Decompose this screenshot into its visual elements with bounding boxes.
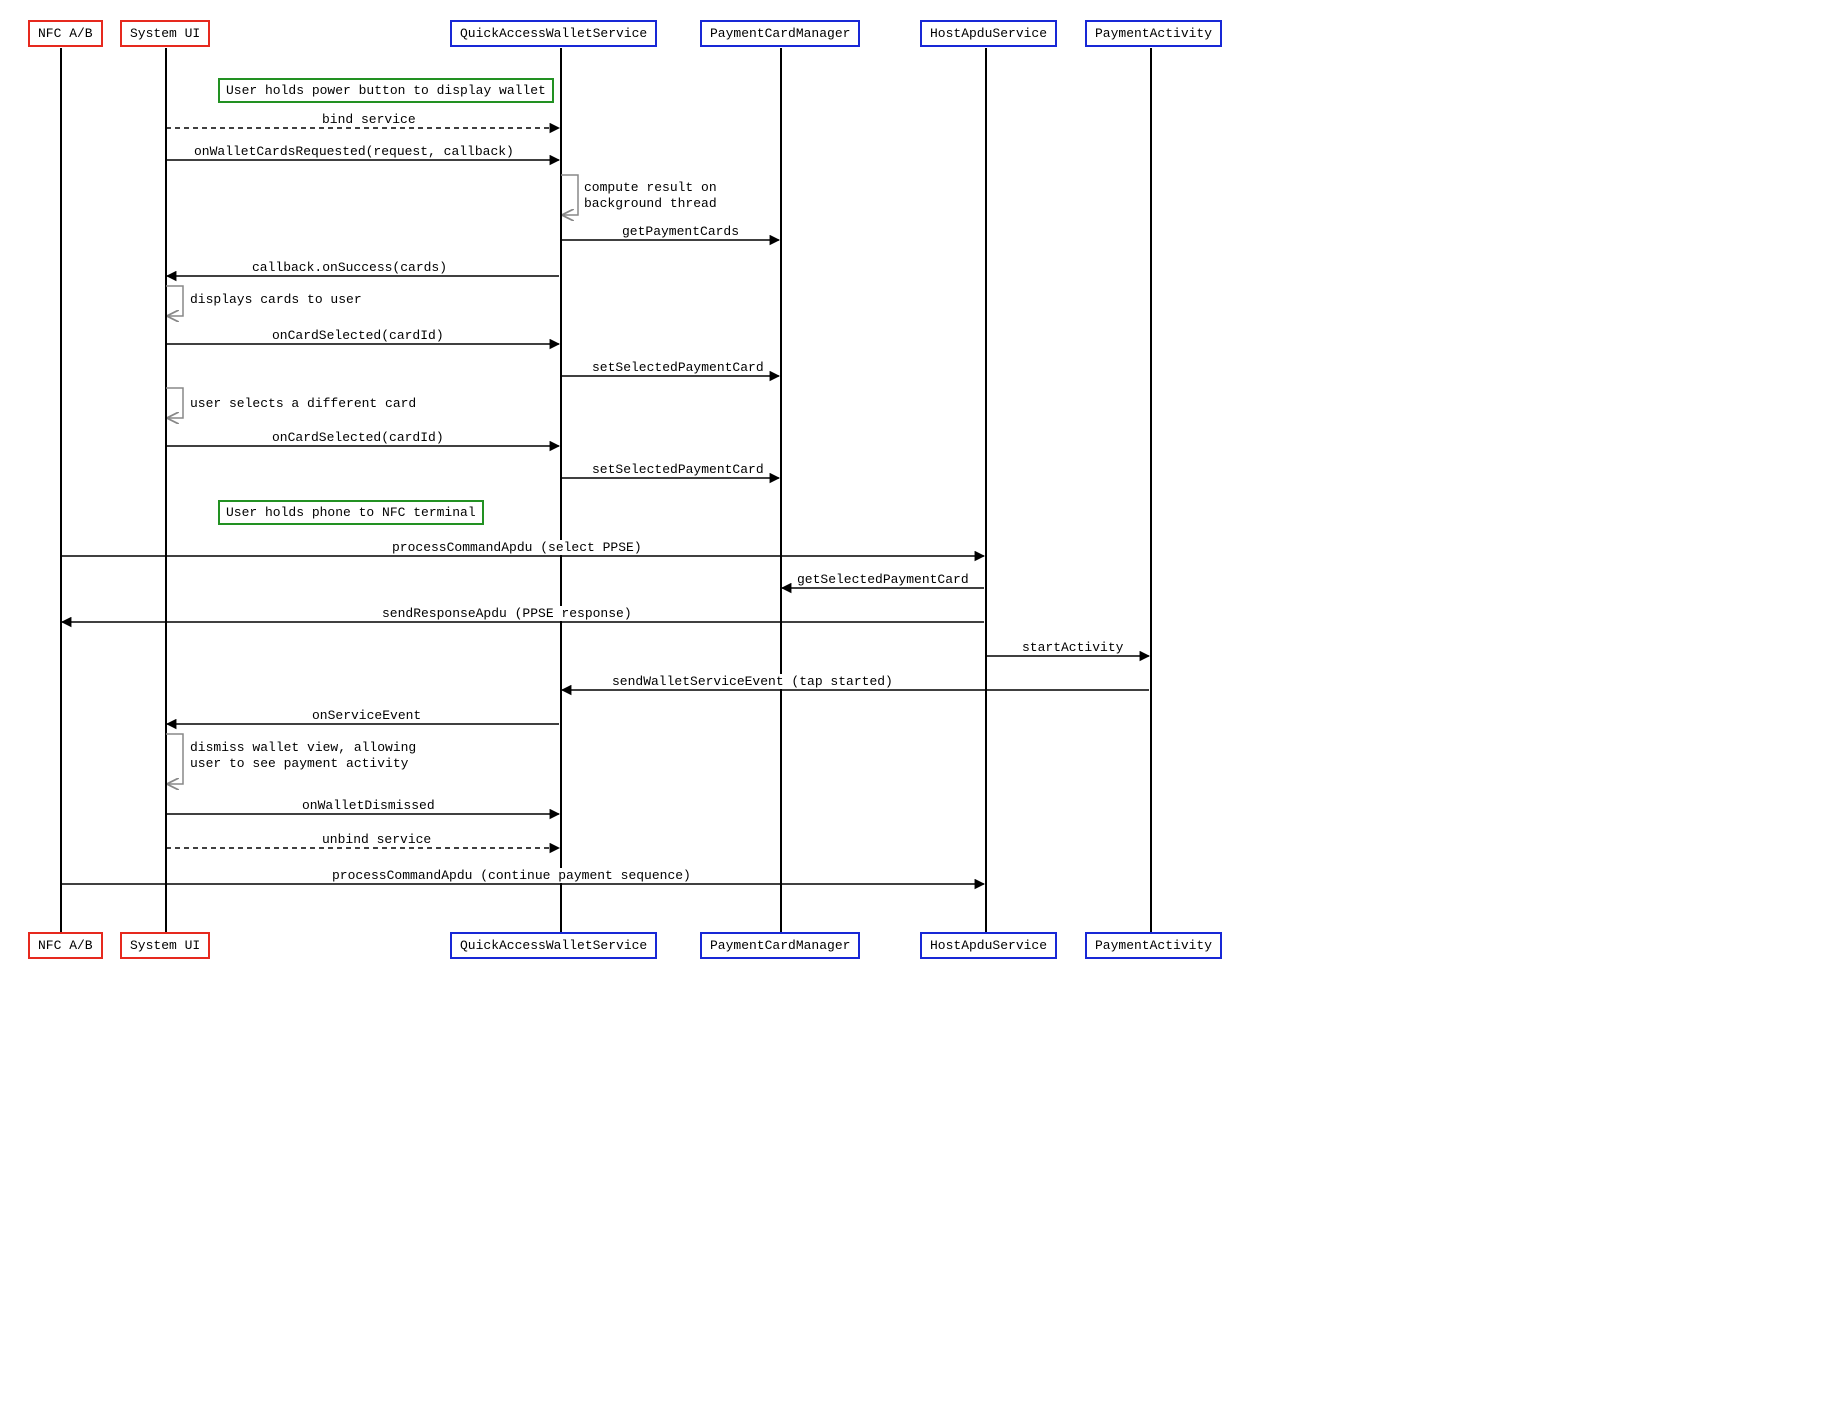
msg-oncardselected-1: onCardSelected(cardId)	[270, 328, 446, 343]
msg-callback-onsuccess: callback.onSuccess(cards)	[250, 260, 449, 275]
lifeline-sysui	[165, 48, 167, 932]
participant-sysui-top: System UI	[120, 20, 210, 47]
participant-has-top: HostApduService	[920, 20, 1057, 47]
msg-process-apdu-continue: processCommandApdu (continue payment seq…	[330, 868, 693, 883]
note-hold-to-terminal: User holds phone to NFC terminal	[218, 500, 484, 525]
participant-pa-bottom: PaymentActivity	[1085, 932, 1222, 959]
msg-getselected-card: getSelectedPaymentCard	[795, 572, 971, 587]
sequence-diagram: NFC A/B System UI QuickAccessWalletServi…	[20, 20, 1240, 970]
msg-on-wallet-dismissed: onWalletDismissed	[300, 798, 437, 813]
msg-on-wallet-cards-requested: onWalletCardsRequested(request, callback…	[192, 144, 516, 159]
msg-unbind-service: unbind service	[320, 832, 433, 847]
participant-has-bottom: HostApduService	[920, 932, 1057, 959]
msg-get-payment-cards: getPaymentCards	[620, 224, 741, 239]
participant-sysui-bottom: System UI	[120, 932, 210, 959]
msg-on-service-event: onServiceEvent	[310, 708, 423, 723]
selfmsg-compute-result: compute result on background thread	[582, 180, 756, 213]
msg-process-apdu-ppse: processCommandApdu (select PPSE)	[390, 540, 644, 555]
lifeline-qaws	[560, 48, 562, 932]
msg-send-wallet-service-event: sendWalletServiceEvent (tap started)	[610, 674, 895, 689]
lifeline-pa	[1150, 48, 1152, 932]
participant-qaws-top: QuickAccessWalletService	[450, 20, 657, 47]
selfmsg-displays-cards: displays cards to user	[188, 292, 364, 307]
lifeline-has	[985, 48, 987, 932]
msg-bind-service: bind service	[320, 112, 418, 127]
participant-nfc-top: NFC A/B	[28, 20, 103, 47]
participant-pcm-bottom: PaymentCardManager	[700, 932, 860, 959]
lifeline-nfc	[60, 48, 62, 932]
selfmsg-dismiss-wallet-view: dismiss wallet view, allowing user to se…	[188, 740, 442, 773]
participant-pcm-top: PaymentCardManager	[700, 20, 860, 47]
note-hold-power: User holds power button to display walle…	[218, 78, 554, 103]
msg-send-response-apdu: sendResponseApdu (PPSE response)	[380, 606, 634, 621]
msg-setselected-1: setSelectedPaymentCard	[590, 360, 766, 375]
lifeline-pcm	[780, 48, 782, 932]
participant-qaws-bottom: QuickAccessWalletService	[450, 932, 657, 959]
msg-setselected-2: setSelectedPaymentCard	[590, 462, 766, 477]
selfmsg-user-selects-different: user selects a different card	[188, 396, 418, 411]
msg-oncardselected-2: onCardSelected(cardId)	[270, 430, 446, 445]
arrows-svg	[20, 20, 1240, 970]
participant-nfc-bottom: NFC A/B	[28, 932, 103, 959]
participant-pa-top: PaymentActivity	[1085, 20, 1222, 47]
msg-start-activity: startActivity	[1020, 640, 1125, 655]
